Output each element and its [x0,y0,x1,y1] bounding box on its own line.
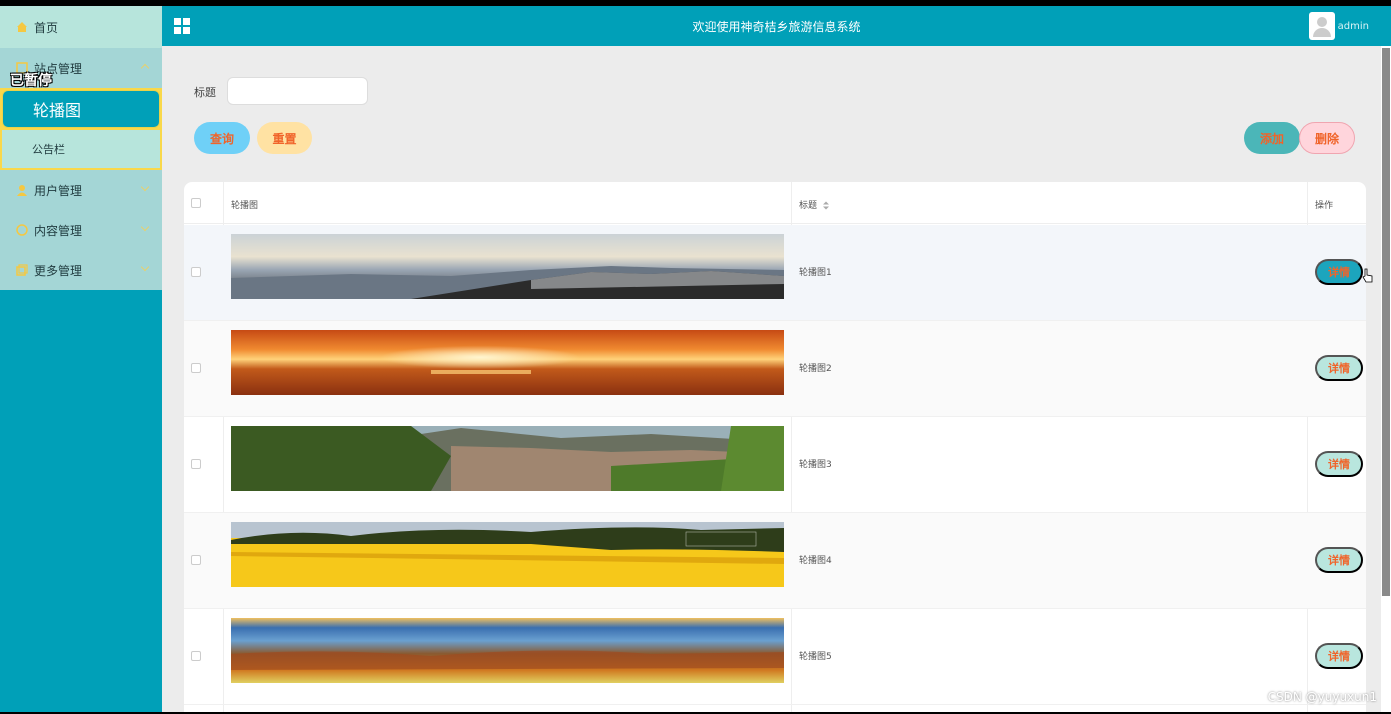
detail-button[interactable]: 详情 [1315,259,1363,285]
column-header-title[interactable]: 标题 [799,198,829,211]
sort-icon[interactable] [822,201,829,210]
sidebar: 首页 站点管理 轮播图 公告栏 用户管理 内容管理 更多管理 已暂停 [0,6,162,712]
query-button[interactable]: 查询 [194,122,250,154]
chevron-down-icon [140,182,150,192]
column-header-actions: 操作 [1315,201,1334,211]
detail-button[interactable]: 详情 [1315,451,1363,477]
row-checkbox[interactable] [191,555,201,565]
table-row: 轮播图1 详情 [184,225,1366,321]
carousel-image [231,522,784,587]
vertical-scrollbar[interactable] [1381,46,1391,712]
app-frame: 首页 站点管理 轮播图 公告栏 用户管理 内容管理 更多管理 已暂停 欢迎使用神… [0,6,1391,712]
detail-button[interactable]: 详情 [1315,643,1363,669]
data-table: 轮播图 标题 操作 轮播图1 详情 轮播图2 详情 轮播图3 详情 轮播图4 详… [184,182,1366,712]
add-button[interactable]: 添加 [1244,122,1300,154]
row-title: 轮播图4 [799,556,832,566]
avatar[interactable] [1309,12,1335,40]
sidebar-item-content[interactable]: 内容管理 [0,210,162,250]
username[interactable]: admin [1338,21,1369,32]
row-title: 轮播图5 [799,652,832,662]
copy-icon [16,264,28,276]
carousel-image [231,330,784,395]
sidebar-subitem-notice[interactable]: 公告栏 [2,130,160,168]
chevron-down-icon [140,262,150,272]
column-header-label: 标题 [799,201,818,211]
sidebar-item-more[interactable]: 更多管理 [0,250,162,290]
chat-icon [16,224,28,236]
title-search-input[interactable] [227,77,368,105]
row-checkbox[interactable] [191,363,201,373]
scrollbar-thumb[interactable] [1382,48,1390,596]
submenu: 轮播图 公告栏 [0,88,162,170]
row-title: 轮播图3 [799,460,832,470]
title-filter-label: 标题 [194,86,216,99]
table-header: 轮播图 标题 操作 [184,182,1366,224]
sidebar-item-home[interactable]: 首页 [0,6,162,48]
table-row: 轮播图2 详情 [184,321,1366,417]
reset-button[interactable]: 重置 [257,122,312,154]
detail-button[interactable]: 详情 [1315,547,1363,573]
paused-overlay: 已暂停 [10,73,52,89]
row-checkbox[interactable] [191,267,201,277]
sidebar-item-label: 首页 [34,20,59,35]
carousel-image [231,234,784,299]
chevron-down-icon [140,222,150,232]
carousel-image [231,618,784,683]
carousel-image [231,426,784,491]
sidebar-item-label: 内容管理 [34,223,83,238]
watermark: CSDN @yuyuxun1 [1267,690,1377,704]
sidebar-subitem-carousel[interactable]: 轮播图 [2,90,160,128]
table-row: 轮播图3 详情 [184,417,1366,513]
select-all-checkbox[interactable] [191,198,201,208]
sidebar-item-label: 更多管理 [34,263,83,278]
row-title: 轮播图2 [799,364,832,374]
chevron-up-icon [140,63,150,73]
page-title: 欢迎使用神奇桔乡旅游信息系统 [692,20,861,34]
sidebar-item-label: 用户管理 [34,183,83,198]
detail-button[interactable]: 详情 [1315,355,1363,381]
user-icon [17,185,27,196]
column-header-image: 轮播图 [231,201,259,211]
hand-cursor-icon [1362,268,1373,283]
delete-button[interactable]: 删除 [1299,122,1355,154]
row-title: 轮播图1 [799,268,832,278]
table-row: 轮播图5 详情 [184,609,1366,705]
home-icon [17,22,27,32]
sidebar-item-users[interactable]: 用户管理 [0,170,162,210]
row-checkbox[interactable] [191,651,201,661]
top-header: 欢迎使用神奇桔乡旅游信息系统 admin [162,6,1391,46]
table-row: 轮播图4 详情 [184,513,1366,609]
sidebar-menu: 首页 站点管理 轮播图 公告栏 用户管理 内容管理 更多管理 [0,6,162,290]
row-checkbox[interactable] [191,459,201,469]
